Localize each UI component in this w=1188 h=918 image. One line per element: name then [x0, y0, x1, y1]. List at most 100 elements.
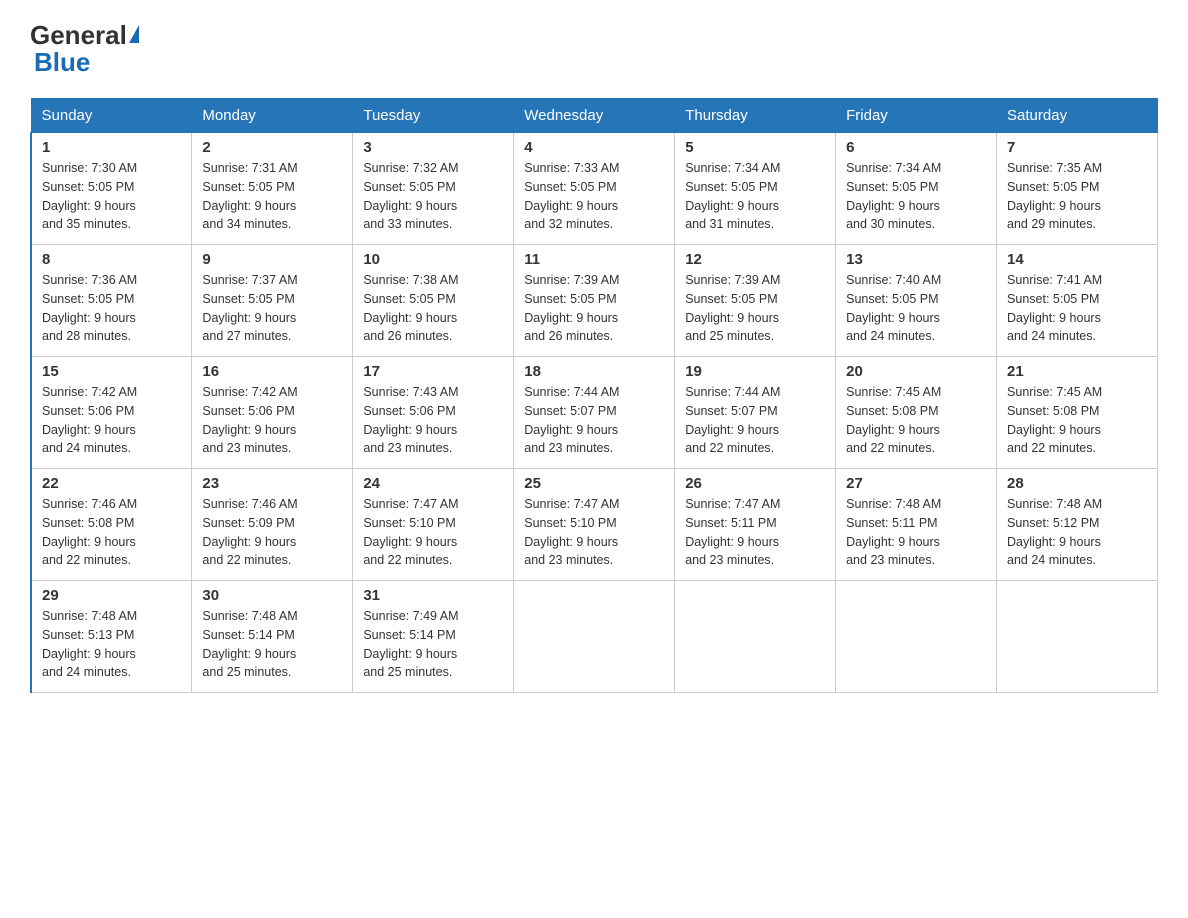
calendar-cell — [675, 581, 836, 693]
day-number: 8 — [42, 251, 181, 268]
logo-blue-text: Blue — [34, 47, 90, 78]
calendar-cell: 18 Sunrise: 7:44 AM Sunset: 5:07 PM Dayl… — [514, 357, 675, 469]
day-info: Sunrise: 7:48 AM Sunset: 5:11 PM Dayligh… — [846, 495, 986, 570]
day-number: 23 — [202, 475, 342, 492]
day-number: 27 — [846, 475, 986, 492]
day-info: Sunrise: 7:45 AM Sunset: 5:08 PM Dayligh… — [1007, 383, 1147, 458]
day-number: 12 — [685, 251, 825, 268]
calendar-cell: 9 Sunrise: 7:37 AM Sunset: 5:05 PM Dayli… — [192, 245, 353, 357]
day-number: 1 — [42, 139, 181, 156]
day-info: Sunrise: 7:48 AM Sunset: 5:14 PM Dayligh… — [202, 607, 342, 682]
calendar-cell — [836, 581, 997, 693]
calendar-cell: 25 Sunrise: 7:47 AM Sunset: 5:10 PM Dayl… — [514, 469, 675, 581]
calendar-cell: 4 Sunrise: 7:33 AM Sunset: 5:05 PM Dayli… — [514, 133, 675, 245]
calendar-cell — [997, 581, 1158, 693]
day-number: 24 — [363, 475, 503, 492]
day-info: Sunrise: 7:48 AM Sunset: 5:13 PM Dayligh… — [42, 607, 181, 682]
calendar-week-row: 8 Sunrise: 7:36 AM Sunset: 5:05 PM Dayli… — [31, 245, 1158, 357]
calendar-cell: 2 Sunrise: 7:31 AM Sunset: 5:05 PM Dayli… — [192, 133, 353, 245]
day-number: 26 — [685, 475, 825, 492]
day-info: Sunrise: 7:42 AM Sunset: 5:06 PM Dayligh… — [202, 383, 342, 458]
calendar-cell: 11 Sunrise: 7:39 AM Sunset: 5:05 PM Dayl… — [514, 245, 675, 357]
calendar-cell: 16 Sunrise: 7:42 AM Sunset: 5:06 PM Dayl… — [192, 357, 353, 469]
column-header-monday: Monday — [192, 99, 353, 133]
calendar-week-row: 29 Sunrise: 7:48 AM Sunset: 5:13 PM Dayl… — [31, 581, 1158, 693]
day-number: 20 — [846, 363, 986, 380]
day-info: Sunrise: 7:39 AM Sunset: 5:05 PM Dayligh… — [685, 271, 825, 346]
calendar-cell: 17 Sunrise: 7:43 AM Sunset: 5:06 PM Dayl… — [353, 357, 514, 469]
day-info: Sunrise: 7:45 AM Sunset: 5:08 PM Dayligh… — [846, 383, 986, 458]
day-number: 6 — [846, 139, 986, 156]
calendar-cell: 23 Sunrise: 7:46 AM Sunset: 5:09 PM Dayl… — [192, 469, 353, 581]
calendar-cell: 10 Sunrise: 7:38 AM Sunset: 5:05 PM Dayl… — [353, 245, 514, 357]
calendar-week-row: 1 Sunrise: 7:30 AM Sunset: 5:05 PM Dayli… — [31, 133, 1158, 245]
day-number: 22 — [42, 475, 181, 492]
day-info: Sunrise: 7:34 AM Sunset: 5:05 PM Dayligh… — [685, 159, 825, 234]
column-header-tuesday: Tuesday — [353, 99, 514, 133]
calendar-cell: 5 Sunrise: 7:34 AM Sunset: 5:05 PM Dayli… — [675, 133, 836, 245]
day-info: Sunrise: 7:48 AM Sunset: 5:12 PM Dayligh… — [1007, 495, 1147, 570]
calendar-cell: 1 Sunrise: 7:30 AM Sunset: 5:05 PM Dayli… — [31, 133, 192, 245]
calendar-cell: 19 Sunrise: 7:44 AM Sunset: 5:07 PM Dayl… — [675, 357, 836, 469]
day-number: 31 — [363, 587, 503, 604]
column-header-thursday: Thursday — [675, 99, 836, 133]
calendar-cell: 22 Sunrise: 7:46 AM Sunset: 5:08 PM Dayl… — [31, 469, 192, 581]
day-info: Sunrise: 7:46 AM Sunset: 5:09 PM Dayligh… — [202, 495, 342, 570]
day-number: 18 — [524, 363, 664, 380]
calendar-week-row: 15 Sunrise: 7:42 AM Sunset: 5:06 PM Dayl… — [31, 357, 1158, 469]
calendar-table: SundayMondayTuesdayWednesdayThursdayFrid… — [30, 98, 1158, 693]
calendar-cell: 21 Sunrise: 7:45 AM Sunset: 5:08 PM Dayl… — [997, 357, 1158, 469]
day-number: 10 — [363, 251, 503, 268]
calendar-cell: 3 Sunrise: 7:32 AM Sunset: 5:05 PM Dayli… — [353, 133, 514, 245]
day-info: Sunrise: 7:49 AM Sunset: 5:14 PM Dayligh… — [363, 607, 503, 682]
day-info: Sunrise: 7:40 AM Sunset: 5:05 PM Dayligh… — [846, 271, 986, 346]
day-info: Sunrise: 7:44 AM Sunset: 5:07 PM Dayligh… — [685, 383, 825, 458]
logo: General Blue — [30, 20, 139, 78]
day-number: 5 — [685, 139, 825, 156]
calendar-cell: 30 Sunrise: 7:48 AM Sunset: 5:14 PM Dayl… — [192, 581, 353, 693]
day-number: 7 — [1007, 139, 1147, 156]
day-number: 15 — [42, 363, 181, 380]
calendar-header-row: SundayMondayTuesdayWednesdayThursdayFrid… — [31, 99, 1158, 133]
day-info: Sunrise: 7:37 AM Sunset: 5:05 PM Dayligh… — [202, 271, 342, 346]
column-header-friday: Friday — [836, 99, 997, 133]
day-info: Sunrise: 7:47 AM Sunset: 5:10 PM Dayligh… — [363, 495, 503, 570]
logo-triangle-icon — [129, 25, 139, 43]
day-info: Sunrise: 7:38 AM Sunset: 5:05 PM Dayligh… — [363, 271, 503, 346]
day-info: Sunrise: 7:31 AM Sunset: 5:05 PM Dayligh… — [202, 159, 342, 234]
day-info: Sunrise: 7:43 AM Sunset: 5:06 PM Dayligh… — [363, 383, 503, 458]
calendar-cell: 14 Sunrise: 7:41 AM Sunset: 5:05 PM Dayl… — [997, 245, 1158, 357]
day-info: Sunrise: 7:36 AM Sunset: 5:05 PM Dayligh… — [42, 271, 181, 346]
calendar-week-row: 22 Sunrise: 7:46 AM Sunset: 5:08 PM Dayl… — [31, 469, 1158, 581]
calendar-cell: 27 Sunrise: 7:48 AM Sunset: 5:11 PM Dayl… — [836, 469, 997, 581]
calendar-cell: 26 Sunrise: 7:47 AM Sunset: 5:11 PM Dayl… — [675, 469, 836, 581]
day-info: Sunrise: 7:30 AM Sunset: 5:05 PM Dayligh… — [42, 159, 181, 234]
calendar-cell: 6 Sunrise: 7:34 AM Sunset: 5:05 PM Dayli… — [836, 133, 997, 245]
page-header: General Blue — [30, 20, 1158, 78]
day-number: 16 — [202, 363, 342, 380]
calendar-cell: 13 Sunrise: 7:40 AM Sunset: 5:05 PM Dayl… — [836, 245, 997, 357]
day-number: 25 — [524, 475, 664, 492]
calendar-cell: 7 Sunrise: 7:35 AM Sunset: 5:05 PM Dayli… — [997, 133, 1158, 245]
day-number: 2 — [202, 139, 342, 156]
day-number: 29 — [42, 587, 181, 604]
day-number: 9 — [202, 251, 342, 268]
calendar-cell — [514, 581, 675, 693]
day-number: 13 — [846, 251, 986, 268]
day-info: Sunrise: 7:47 AM Sunset: 5:11 PM Dayligh… — [685, 495, 825, 570]
day-info: Sunrise: 7:42 AM Sunset: 5:06 PM Dayligh… — [42, 383, 181, 458]
calendar-cell: 24 Sunrise: 7:47 AM Sunset: 5:10 PM Dayl… — [353, 469, 514, 581]
calendar-cell: 29 Sunrise: 7:48 AM Sunset: 5:13 PM Dayl… — [31, 581, 192, 693]
day-number: 21 — [1007, 363, 1147, 380]
calendar-cell: 20 Sunrise: 7:45 AM Sunset: 5:08 PM Dayl… — [836, 357, 997, 469]
calendar-cell: 28 Sunrise: 7:48 AM Sunset: 5:12 PM Dayl… — [997, 469, 1158, 581]
day-info: Sunrise: 7:47 AM Sunset: 5:10 PM Dayligh… — [524, 495, 664, 570]
calendar-cell: 15 Sunrise: 7:42 AM Sunset: 5:06 PM Dayl… — [31, 357, 192, 469]
calendar-cell: 31 Sunrise: 7:49 AM Sunset: 5:14 PM Dayl… — [353, 581, 514, 693]
day-info: Sunrise: 7:32 AM Sunset: 5:05 PM Dayligh… — [363, 159, 503, 234]
column-header-wednesday: Wednesday — [514, 99, 675, 133]
calendar-cell: 8 Sunrise: 7:36 AM Sunset: 5:05 PM Dayli… — [31, 245, 192, 357]
day-number: 11 — [524, 251, 664, 268]
day-number: 30 — [202, 587, 342, 604]
day-number: 17 — [363, 363, 503, 380]
